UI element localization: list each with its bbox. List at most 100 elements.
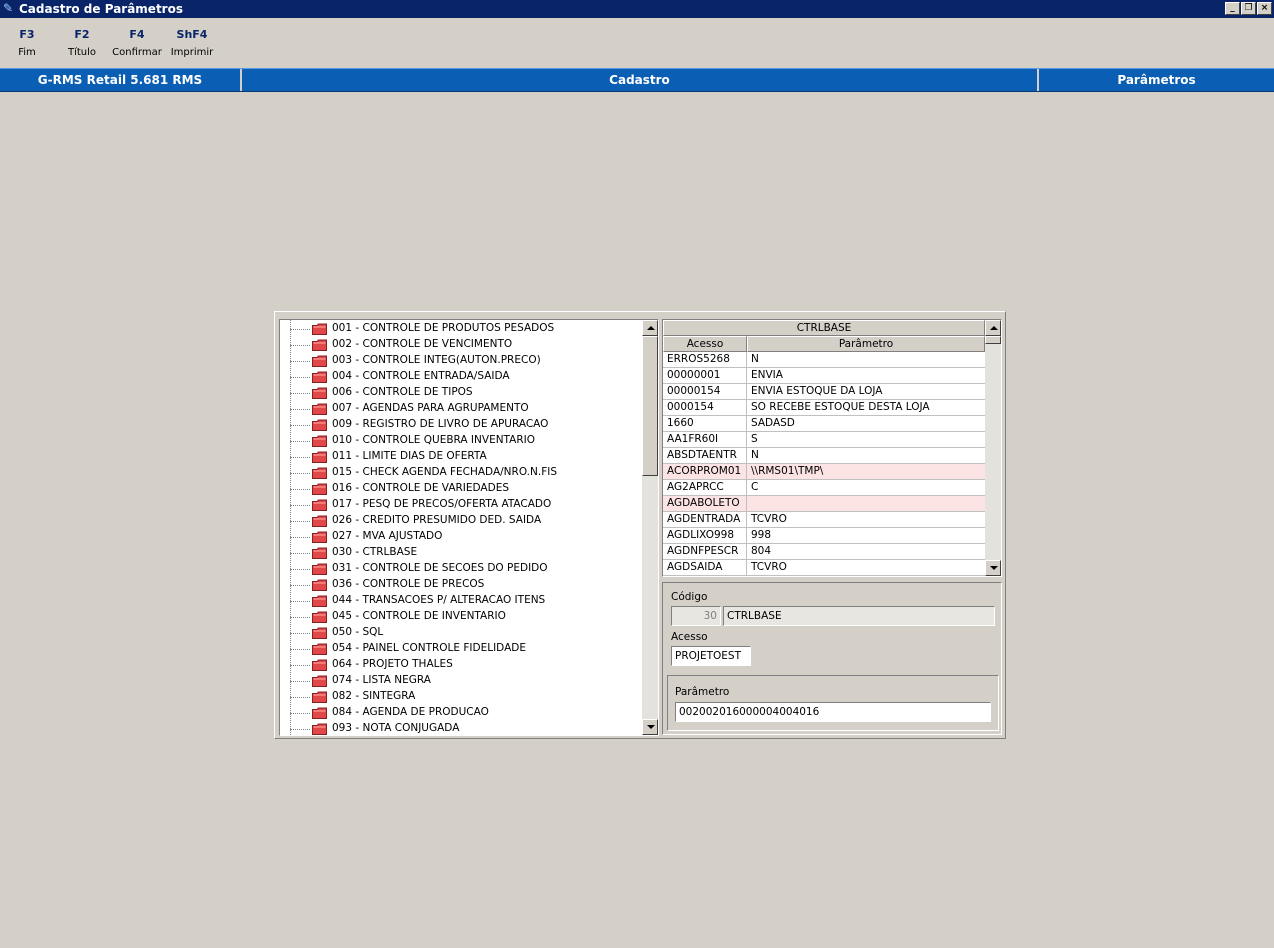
scroll-thumb[interactable] [642,336,658,476]
tree-item-label: 082 - SINTEGRA [332,690,416,702]
tree-connector [290,665,310,666]
fkey-confirmar[interactable]: F4 Confirmar [110,28,164,58]
tree-item[interactable]: 031 - CONTROLE DE SECOES DO PEDIDO [290,561,640,577]
restore-button[interactable]: ❐ [1241,2,1256,15]
tree-item[interactable]: 009 - REGISTRO DE LIVRO DE APURACAO [290,417,640,433]
tree-item[interactable]: 006 - CONTROLE DE TIPOS [290,385,640,401]
tree-item[interactable]: 027 - MVA AJUSTADO [290,529,640,545]
table-row[interactable]: AGDLIXO998 998 [663,528,985,544]
tree-item[interactable]: 093 - NOTA CONJUGADA [290,721,640,735]
folder-icon [312,547,327,559]
table-row[interactable]: AGDENTRADA TCVRO [663,512,985,528]
tree-item[interactable]: 074 - LISTA NEGRA [290,673,640,689]
acesso-cell: 0000154 [663,400,747,415]
tree-item-label: 011 - LIMITE DIAS DE OFERTA [332,450,487,462]
parametro-cell [747,496,985,511]
table-row[interactable]: 1660 SADASD [663,416,985,432]
tree-item[interactable]: 001 - CONTROLE DE PRODUTOS PESADOS [290,321,640,337]
tree-connector [290,601,310,602]
tree-item[interactable]: 007 - AGENDAS PARA AGRUPAMENTO [290,401,640,417]
tree-item[interactable]: 064 - PROJETO THALES [290,657,640,673]
table-row[interactable]: 00000154 ENVIA ESTOQUE DA LOJA [663,384,985,400]
tree-item-label: 004 - CONTROLE ENTRADA/SAIDA [332,370,510,382]
folder-icon [312,435,327,447]
tree-item[interactable]: 026 - CREDITO PRESUMIDO DED. SAIDA [290,513,640,529]
codigo-field[interactable]: 30 [671,606,721,626]
codigo-description-field[interactable]: CTRLBASE [723,606,995,626]
table-row[interactable]: ABSDTAENTR N [663,448,985,464]
folder-icon [312,531,327,543]
scroll-thumb[interactable] [985,336,1001,344]
tree-item-label: 002 - CONTROLE DE VENCIMENTO [332,338,513,350]
tree-list: 001 - CONTROLE DE PRODUTOS PESADOS 002 - … [280,320,644,735]
parametro-cell: 998 [751,529,772,541]
acesso-input[interactable]: PROJETOEST [671,646,751,666]
tree-item[interactable]: 045 - CONTROLE DE INVENTARIO [290,609,640,625]
parametro-cell: N [751,353,759,365]
scroll-up-button[interactable] [985,320,1001,336]
table-row[interactable]: AGDSAIDA TCVRO [663,560,985,576]
table-row[interactable]: 00000001 ENVIA [663,368,985,384]
table-row[interactable]: AA1FR60I S [663,432,985,448]
fkey-code: F4 [129,28,145,41]
tree-connector [290,489,310,490]
tree-item-label: 001 - CONTROLE DE PRODUTOS PESADOS [332,322,555,334]
fkey-fim[interactable]: F3 Fim [12,28,42,58]
tree-connector [290,633,310,634]
grid-scrollbar[interactable] [985,320,1001,576]
tree-item-label: 007 - AGENDAS PARA AGRUPAMENTO [332,402,529,414]
tree-item[interactable]: 015 - CHECK AGENDA FECHADA/NRO.N.FIS [290,465,640,481]
header-band: G-RMS Retail 5.681 RMS Cadastro Parâmetr… [0,68,1274,92]
tree-item-label: 016 - CONTROLE DE VARIEDADES [332,482,509,494]
tree-item-label: 050 - SQL [332,626,384,638]
parametro-cell: N [751,449,759,461]
table-row[interactable]: ACORPROM01 \\RMS01\TMP\ [663,464,985,480]
close-button[interactable]: × [1257,2,1272,15]
column-header-acesso[interactable]: Acesso [663,336,747,352]
tree-item[interactable]: 036 - CONTROLE DE PRECOS [290,577,640,593]
scroll-up-button[interactable] [642,320,658,336]
tree-item[interactable]: 003 - CONTROLE INTEG(AUTON.PRECO) [290,353,640,369]
parameter-tree[interactable]: 001 - CONTROLE DE PRODUTOS PESADOS 002 - … [279,319,659,736]
tree-connector [290,473,310,474]
tree-item-label: 009 - REGISTRO DE LIVRO DE APURACAO [332,418,549,430]
screen-name: Parâmetros [1117,73,1196,87]
tree-item[interactable]: 050 - SQL [290,625,640,641]
parametro-cell: \\RMS01\TMP\ [751,465,824,477]
folder-icon [312,419,327,431]
fkey-code: F2 [74,28,90,41]
title-bar: ✎ Cadastro de Parâmetros _ ❐ × [0,0,1274,18]
parametro-input[interactable]: 002002016000004004016 [675,702,991,722]
table-row[interactable]: AGDABOLETO [663,496,985,512]
tree-item[interactable]: 054 - PAINEL CONTROLE FIDELIDADE [290,641,640,657]
tree-item[interactable]: 084 - AGENDA DE PRODUCAO [290,705,640,721]
table-row[interactable]: AG2APRCC C [663,480,985,496]
scroll-down-button[interactable] [642,719,658,735]
tree-item[interactable]: 016 - CONTROLE DE VARIEDADES [290,481,640,497]
tree-item[interactable]: 082 - SINTEGRA [290,689,640,705]
tree-item[interactable]: 030 - CTRLBASE [290,545,640,561]
tree-item-label: 045 - CONTROLE DE INVENTARIO [332,610,506,622]
table-row[interactable]: ERROS5268 N [663,352,985,368]
folder-icon [312,659,327,671]
parametro-cell: SO RECEBE ESTOQUE DESTA LOJA [751,401,930,413]
tree-item[interactable]: 011 - LIMITE DIAS DE OFERTA [290,449,640,465]
parameter-grid[interactable]: CTRLBASE Acesso Parâmetro ERROS5268 N 0000… [662,319,1002,577]
folder-icon [312,691,327,703]
folder-icon [312,627,327,639]
acesso-cell: AGDSAIDA [663,560,747,575]
tree-scrollbar[interactable] [642,320,658,735]
table-row[interactable]: 0000154 SO RECEBE ESTOQUE DESTA LOJA [663,400,985,416]
tree-item[interactable]: 017 - PESQ DE PRECOS/OFERTA ATACADO [290,497,640,513]
scroll-down-button[interactable] [985,560,1001,576]
tree-item[interactable]: 044 - TRANSACOES P/ ALTERACAO ITENS [290,593,640,609]
acesso-cell: ACORPROM01 [663,464,747,479]
tree-item[interactable]: 002 - CONTROLE DE VENCIMENTO [290,337,640,353]
tree-item[interactable]: 004 - CONTROLE ENTRADA/SAIDA [290,369,640,385]
column-header-parametro[interactable]: Parâmetro [747,336,985,352]
minimize-button[interactable]: _ [1225,2,1240,15]
fkey-titulo[interactable]: F2 Título [64,28,100,58]
fkey-imprimir[interactable]: ShF4 Imprimir [170,28,214,58]
table-row[interactable]: AGDNFPESCR 804 [663,544,985,560]
tree-item[interactable]: 010 - CONTROLE QUEBRA INVENTARIO [290,433,640,449]
